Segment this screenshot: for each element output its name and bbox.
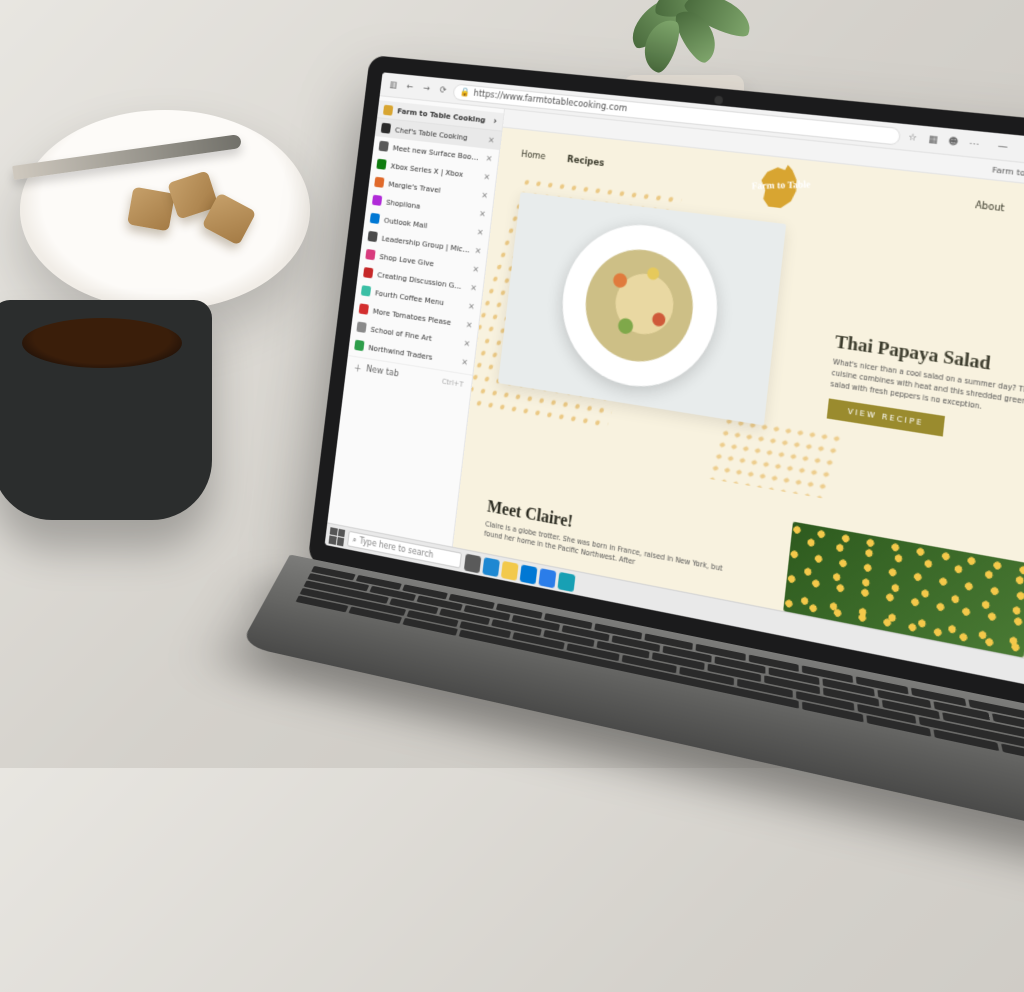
close-tab-icon[interactable]: ✕ (477, 227, 485, 237)
decor-dots (706, 415, 844, 499)
taskbar-edge-icon[interactable] (482, 557, 500, 577)
desk-coffee-mug (0, 300, 212, 520)
close-tab-icon[interactable]: ✕ (483, 172, 491, 182)
back-button[interactable]: ← (402, 79, 417, 94)
close-tab-icon[interactable]: ✕ (472, 264, 480, 274)
new-tab-shortcut: Ctrl+T (441, 377, 464, 389)
favicon-icon (381, 123, 391, 134)
forward-button[interactable]: → (419, 81, 434, 96)
favicon-icon (365, 249, 375, 260)
laptop: ▥ ← → ⟳ 🔒 https://www.farmtotablecooking… (280, 55, 1024, 973)
plus-icon: ＋ (353, 361, 362, 374)
favicon-icon (376, 159, 386, 170)
close-tab-icon[interactable]: ✕ (465, 320, 473, 330)
favicon-icon (363, 267, 373, 278)
profile-icon[interactable]: ☻ (945, 133, 963, 150)
favicon-icon (367, 231, 377, 242)
favicon-icon (370, 213, 380, 224)
favicon-icon (379, 141, 389, 152)
close-tab-icon[interactable]: ✕ (463, 338, 471, 348)
new-tab-label: New tab (366, 364, 400, 379)
close-tab-icon[interactable]: ✕ (461, 357, 469, 367)
close-tab-icon[interactable]: ✕ (481, 190, 489, 200)
desk-plate (20, 110, 310, 310)
view-recipe-button[interactable]: VIEW RECIPE (827, 399, 946, 437)
lock-icon: 🔒 (459, 87, 470, 98)
favicon-icon (383, 104, 393, 115)
window-minimize[interactable]: — (986, 139, 1020, 154)
app-menu-button[interactable]: ⋯ (965, 135, 983, 152)
close-tab-icon[interactable]: ✕ (479, 209, 487, 219)
close-tab-icon[interactable]: ✕ (470, 282, 478, 292)
chevron-right-icon: › (493, 116, 498, 127)
taskbar-photos-icon[interactable] (557, 571, 575, 591)
nav-about[interactable]: About (975, 200, 1005, 215)
nav-recipes[interactable]: Recipes (567, 155, 605, 170)
taskbar-file-explorer-icon[interactable] (501, 560, 519, 580)
start-button[interactable] (329, 527, 346, 546)
favicon-icon (361, 285, 371, 296)
tabs-toggle-icon[interactable]: ▥ (386, 77, 401, 92)
favicon-icon (354, 340, 364, 352)
taskbar-task-view-icon[interactable] (464, 553, 482, 573)
taskbar-mail-icon[interactable] (520, 564, 538, 584)
close-tab-icon[interactable]: ✕ (474, 245, 482, 255)
favicon-icon (356, 321, 366, 333)
favorites-icon[interactable]: ☆ (904, 129, 921, 146)
taskbar-store-icon[interactable] (538, 568, 556, 588)
search-icon: ⌕ (352, 534, 357, 545)
refresh-button[interactable]: ⟳ (436, 82, 451, 97)
favicon-icon (372, 195, 382, 206)
close-tab-icon[interactable]: ✕ (485, 153, 493, 163)
favicon-icon (359, 303, 369, 314)
logo-text: Farm to Table (751, 179, 810, 192)
close-tab-icon[interactable]: ✕ (488, 135, 496, 145)
close-tab-icon[interactable]: ✕ (468, 301, 476, 311)
webcam (714, 96, 723, 105)
collections-icon[interactable]: ▦ (924, 131, 942, 148)
favicon-icon (374, 177, 384, 188)
recipe-card: Thai Papaya Salad What's nicer than a co… (827, 331, 1024, 455)
nav-home[interactable]: Home (521, 149, 547, 162)
site-logo[interactable]: Farm to Table (753, 162, 807, 213)
